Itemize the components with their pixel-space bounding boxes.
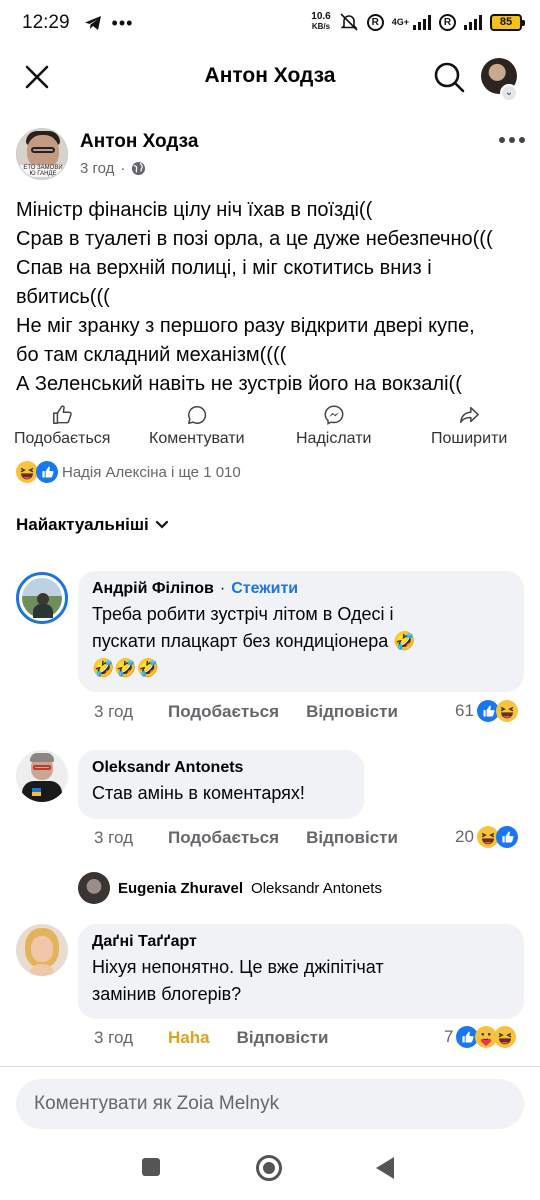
comment-text: Став амінь в коментарях! bbox=[92, 783, 305, 803]
more-options-icon[interactable] bbox=[497, 130, 527, 150]
comment-time[interactable]: 3 год bbox=[94, 828, 168, 848]
comment-icon bbox=[187, 406, 206, 424]
sort-dropdown[interactable]: Найактуальніші bbox=[16, 515, 169, 535]
reply-avatar bbox=[78, 872, 110, 904]
post-line: Спав на верхній полиці, і міг скотитись … bbox=[16, 257, 432, 279]
signal-icon-2 bbox=[464, 14, 482, 30]
telegram-icon bbox=[84, 16, 101, 30]
search-icon[interactable] bbox=[432, 60, 466, 94]
comment-button[interactable]: Коментувати bbox=[149, 404, 245, 448]
like-reaction-icon bbox=[36, 461, 58, 483]
thumbs-up-icon bbox=[53, 405, 73, 424]
globe-icon bbox=[132, 161, 146, 176]
reply-preview[interactable]: Eugenia Zhuravel Oleksandr Antonets bbox=[78, 872, 382, 904]
commenter-avatar[interactable] bbox=[16, 924, 68, 976]
reply-text: Oleksandr Antonets bbox=[251, 879, 382, 897]
post-line: бо там складний механізм(((( bbox=[16, 344, 287, 366]
comment-reply-button[interactable]: Відповісти bbox=[306, 702, 398, 722]
header: Антон Ходза ⌄ bbox=[0, 50, 540, 104]
status-time: 12:29 bbox=[22, 12, 70, 33]
registered-icon: R bbox=[366, 13, 384, 31]
back-icon[interactable] bbox=[376, 1157, 394, 1179]
share-button[interactable]: Поширити bbox=[431, 404, 507, 448]
post-line: А Зеленський навіть не зустрів його на в… bbox=[16, 373, 462, 395]
recents-icon[interactable] bbox=[142, 1158, 160, 1176]
reply-author: Eugenia Zhuravel bbox=[118, 879, 244, 897]
comment-time[interactable]: 3 год bbox=[94, 702, 168, 722]
chevron-down-icon bbox=[155, 520, 168, 529]
comment-bubble: Андрій Філіпов · Стежити Треба робити зу… bbox=[78, 571, 524, 692]
comment-input[interactable] bbox=[16, 1079, 524, 1129]
post-line: Срав в туалеті в позі орла, а це дуже не… bbox=[16, 228, 493, 250]
comment-meta: 3 год Подобається Відповісти bbox=[94, 828, 398, 848]
share-icon bbox=[460, 406, 480, 424]
post-author-avatar[interactable]: ЕТО ЗАМОВИ Ю ГАНДЕ bbox=[16, 128, 68, 180]
post-reactions-summary[interactable]: Надія Алексіна і ще 1 010 bbox=[16, 461, 241, 483]
like-button[interactable]: Подобається bbox=[14, 404, 110, 448]
comment-haha-button[interactable]: Haha bbox=[168, 1028, 210, 1048]
battery-icon: 85 bbox=[490, 13, 525, 31]
comment-meta: 3 год Haha Відповісти bbox=[94, 1028, 328, 1048]
more-dots-icon: ••• bbox=[111, 12, 134, 33]
post-body: Міністр фінансів цілу ніч їхав в поїзді(… bbox=[16, 196, 531, 399]
comment-bubble: Даґні Таґґарт Ніхуя непонятно. Це вже дж… bbox=[78, 924, 524, 1019]
post-line: Не міг зранку з першого разу відкрити дв… bbox=[16, 315, 475, 337]
comment-reactions[interactable]: 61 bbox=[455, 700, 518, 722]
avatar-caption: ЕТО ЗАМОВИ Ю ГАНДЕ bbox=[17, 165, 67, 177]
commenter-avatar[interactable] bbox=[16, 750, 68, 802]
haha-reaction-icon bbox=[494, 1026, 516, 1048]
comment-reply-button[interactable]: Відповісти bbox=[306, 828, 398, 848]
messenger-icon bbox=[324, 405, 344, 425]
comment-meta: 3 год Подобається Відповісти bbox=[94, 702, 398, 722]
commenter-avatar[interactable] bbox=[16, 572, 68, 624]
registered-icon-2: R bbox=[439, 13, 456, 31]
comment-text: Ніхуя непонятно. Це вже джіпітічат замін… bbox=[92, 957, 384, 1004]
name-separator: · bbox=[219, 580, 226, 597]
chevron-down-icon[interactable]: ⌄ bbox=[500, 84, 518, 102]
post-time[interactable]: 3 год bbox=[80, 160, 114, 177]
comment-time[interactable]: 3 год bbox=[94, 1028, 168, 1048]
status-bar: 12:29 ••• 10.6 KB/s R 4G+ R 85 bbox=[0, 0, 540, 46]
post-meta: 3 год · bbox=[80, 160, 146, 177]
post-line: вбитись((( bbox=[16, 286, 110, 308]
network-type: 4G+ bbox=[391, 17, 409, 27]
comment-bubble: Oleksandr Antonets Став амінь в коментар… bbox=[78, 750, 364, 819]
signal-icon bbox=[413, 14, 431, 30]
system-nav-bar bbox=[0, 1140, 540, 1200]
meta-separator: · bbox=[120, 160, 126, 177]
comment-like-button[interactable]: Подобається bbox=[168, 702, 279, 722]
mute-icon bbox=[340, 13, 358, 31]
post-line: Міністр фінансів цілу ніч їхав в поїзді(… bbox=[16, 199, 373, 221]
comment-reply-button[interactable]: Відповісти bbox=[237, 1028, 329, 1048]
follow-button[interactable]: Стежити bbox=[231, 580, 298, 598]
divider bbox=[0, 1066, 540, 1067]
commenter-name[interactable]: Oleksandr Antonets bbox=[92, 759, 350, 777]
comment-reactions[interactable]: 20 bbox=[455, 826, 518, 848]
net-speed: 10.6 KB/s bbox=[311, 11, 331, 32]
post-author-name[interactable]: Антон Ходза bbox=[80, 131, 198, 153]
send-button[interactable]: Надіслати bbox=[296, 404, 372, 448]
haha-reaction-icon bbox=[16, 461, 38, 483]
like-reaction-icon bbox=[496, 826, 518, 848]
commenter-name[interactable]: Андрій Філіпов bbox=[92, 580, 214, 598]
home-icon[interactable] bbox=[256, 1155, 282, 1181]
comment-text: Треба робити зустріч літом в Одесі і пус… bbox=[92, 604, 416, 678]
comment-reactions[interactable]: 7 bbox=[444, 1026, 516, 1048]
comment-like-button[interactable]: Подобається bbox=[168, 828, 279, 848]
haha-reaction-icon bbox=[496, 700, 518, 722]
commenter-name[interactable]: Даґні Таґґарт bbox=[92, 933, 510, 951]
post-actions: Подобається Коментувати Надіслати Пошири… bbox=[0, 404, 540, 454]
